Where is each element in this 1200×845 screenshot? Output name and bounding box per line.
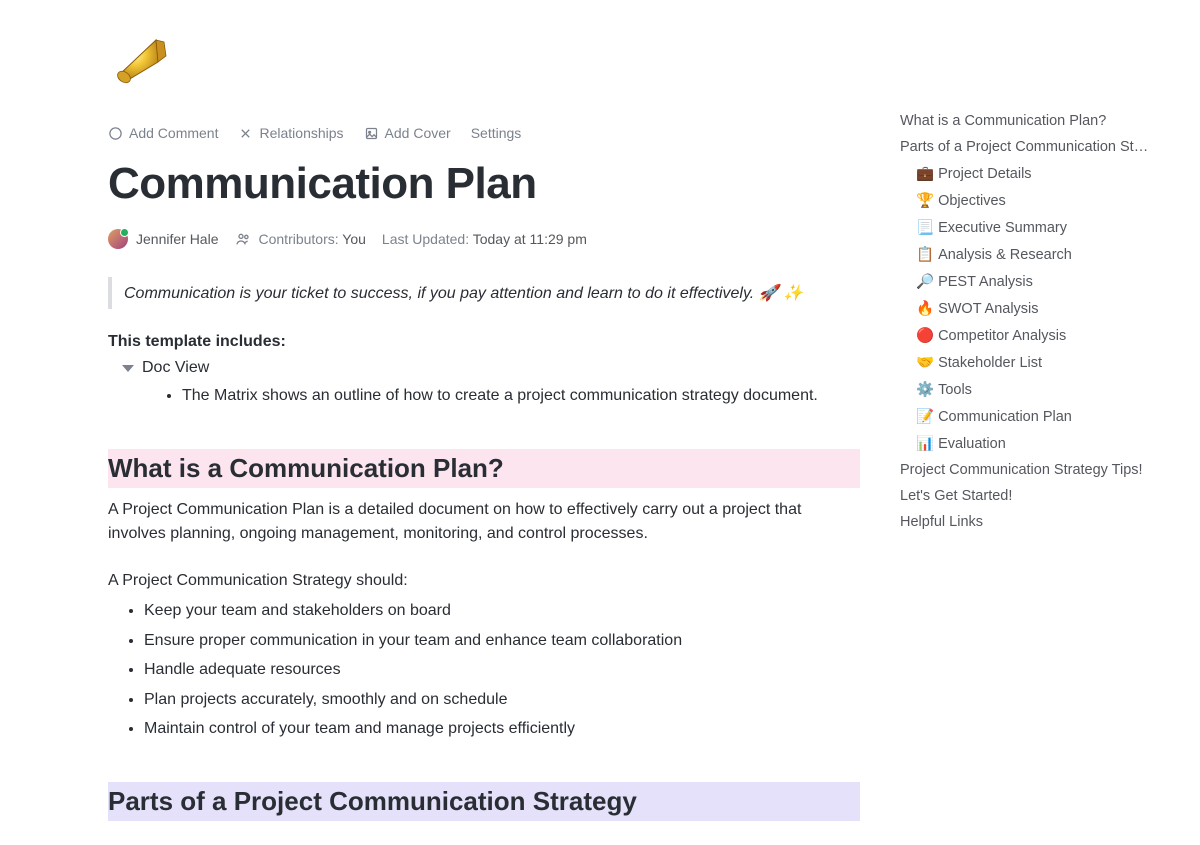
contributors-value[interactable]: You <box>342 231 366 247</box>
toc-item[interactable]: 📊Evaluation <box>900 430 1170 457</box>
toc-item[interactable]: Project Communication Strategy Tips! <box>900 457 1170 483</box>
toc-item-label: Evaluation <box>938 436 1006 452</box>
section1-paragraph2[interactable]: A Project Communication Strategy should: <box>108 569 860 594</box>
relationships-button[interactable]: Relationships <box>238 125 343 141</box>
quote-text: Communication is your ticket to success,… <box>124 285 803 302</box>
toc-emoji-icon: 🤝 <box>916 355 934 371</box>
toc-item[interactable]: Parts of a Project Communication St… <box>900 134 1170 160</box>
table-of-contents: What is a Communication Plan? Parts of a … <box>900 0 1190 845</box>
comment-icon <box>108 126 123 141</box>
settings-label: Settings <box>471 125 522 141</box>
add-cover-button[interactable]: Add Cover <box>364 125 451 141</box>
cover-icon <box>364 126 379 141</box>
toc-item-label: Competitor Analysis <box>938 328 1066 344</box>
toc-emoji-icon: 📝 <box>916 409 934 425</box>
relationships-label: Relationships <box>259 125 343 141</box>
toc-item-label: Communication Plan <box>938 409 1072 425</box>
main-content: Add Comment Relationships Add Cover Sett… <box>0 0 900 845</box>
toolbar: Add Comment Relationships Add Cover Sett… <box>108 125 860 141</box>
toc-item-label: Stakeholder List <box>938 355 1042 371</box>
quote-block[interactable]: Communication is your ticket to success,… <box>108 277 860 309</box>
relationships-icon <box>238 126 253 141</box>
toc-item-label: Tools <box>938 382 972 398</box>
add-cover-label: Add Cover <box>385 125 451 141</box>
toc-item[interactable]: 🔴Competitor Analysis <box>900 322 1170 349</box>
toc-item[interactable]: 🤝Stakeholder List <box>900 349 1170 376</box>
toc-emoji-icon: ⚙️ <box>916 382 934 398</box>
toc-emoji-icon: 📊 <box>916 436 934 452</box>
list-item[interactable]: Maintain control of your team and manage… <box>144 714 860 744</box>
toc-item[interactable]: Helpful Links <box>900 509 1170 535</box>
author-name[interactable]: Jennifer Hale <box>136 231 219 247</box>
toc-item[interactable]: 📋Analysis & Research <box>900 241 1170 268</box>
toc-item-label: Parts of a Project Communication St… <box>900 139 1148 155</box>
toc-emoji-icon: 🔴 <box>916 328 934 344</box>
strategy-bullets: Keep your team and stakeholders on board… <box>108 596 860 744</box>
toc-item[interactable]: 🔎PEST Analysis <box>900 268 1170 295</box>
add-comment-button[interactable]: Add Comment <box>108 125 218 141</box>
section-heading-parts[interactable]: Parts of a Project Communication Strateg… <box>108 782 860 821</box>
toc-emoji-icon: 🔥 <box>916 301 934 317</box>
last-updated-label: Last Updated: <box>382 231 469 247</box>
toc-item[interactable]: 🏆Objectives <box>900 187 1170 214</box>
doc-view-description[interactable]: The Matrix shows an outline of how to cr… <box>182 383 860 409</box>
toc-item[interactable]: Let's Get Started! <box>900 483 1170 509</box>
toc-emoji-icon: 📃 <box>916 220 934 236</box>
toc-item-label: Project Communication Strategy Tips! <box>900 462 1143 478</box>
toc-item[interactable]: 💼Project Details <box>900 160 1170 187</box>
page-icon[interactable] <box>108 32 860 105</box>
toc-item-label: Let's Get Started! <box>900 488 1012 504</box>
doc-view-label: Doc View <box>142 359 209 377</box>
doc-view-description-list: The Matrix shows an outline of how to cr… <box>108 383 860 409</box>
toc-item-label: Objectives <box>938 193 1006 209</box>
toc-item-label: What is a Communication Plan? <box>900 113 1106 129</box>
toc-item[interactable]: What is a Communication Plan? <box>900 108 1170 134</box>
toc-item-label: Project Details <box>938 166 1031 182</box>
meta-row: Jennifer Hale Contributors: You Last Upd… <box>108 229 860 249</box>
toc-item-label: Executive Summary <box>938 220 1067 236</box>
toc-item[interactable]: 📃Executive Summary <box>900 214 1170 241</box>
toc-emoji-icon: 🏆 <box>916 193 934 209</box>
toc-emoji-icon: 💼 <box>916 166 934 182</box>
toc-item[interactable]: ⚙️Tools <box>900 376 1170 403</box>
contributors-icon <box>235 231 251 247</box>
section-heading-what-is[interactable]: What is a Communication Plan? <box>108 449 860 488</box>
list-item[interactable]: Keep your team and stakeholders on board <box>144 596 860 626</box>
list-item[interactable]: Plan projects accurately, smoothly and o… <box>144 685 860 715</box>
section1-paragraph1[interactable]: A Project Communication Plan is a detail… <box>108 498 860 548</box>
settings-button[interactable]: Settings <box>471 125 522 141</box>
page-title[interactable]: Communication Plan <box>108 159 860 209</box>
toggle-triangle-icon <box>122 365 134 372</box>
toc-item-label: PEST Analysis <box>938 274 1033 290</box>
toc-emoji-icon: 🔎 <box>916 274 934 290</box>
toc-emoji-icon: 📋 <box>916 247 934 263</box>
doc-view-toggle[interactable]: Doc View <box>108 359 860 377</box>
add-comment-label: Add Comment <box>129 125 218 141</box>
toc-item-label: Analysis & Research <box>938 247 1072 263</box>
template-includes-label[interactable]: This template includes: <box>108 333 860 351</box>
toc-item-label: Helpful Links <box>900 514 983 530</box>
author-avatar[interactable] <box>108 229 128 249</box>
last-updated-value: Today at 11:29 pm <box>473 231 587 247</box>
list-item[interactable]: Ensure proper communication in your team… <box>144 626 860 656</box>
list-item[interactable]: Handle adequate resources <box>144 655 860 685</box>
contributors-label: Contributors: <box>259 231 339 247</box>
toc-item-label: SWOT Analysis <box>938 301 1038 317</box>
toc-item[interactable]: 📝Communication Plan <box>900 403 1170 430</box>
toc-item[interactable]: 🔥SWOT Analysis <box>900 295 1170 322</box>
